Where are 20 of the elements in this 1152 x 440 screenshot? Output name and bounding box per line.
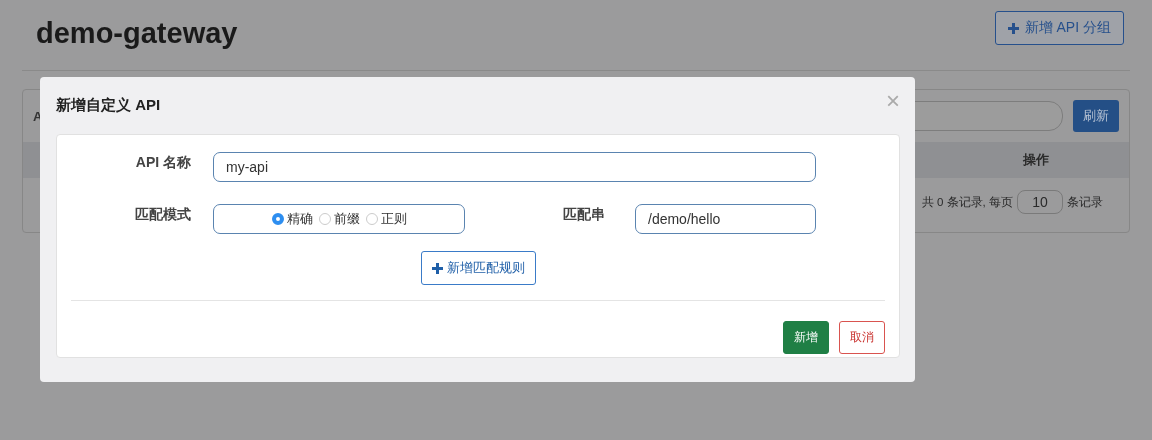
- field-label: API 名称: [134, 154, 192, 172]
- radio-option[interactable]: 精确: [271, 210, 313, 228]
- plus-icon: [431, 262, 443, 274]
- page-title: demo-gateway: [36, 16, 238, 50]
- pattern-input-field[interactable]: /demo/hello: [635, 204, 816, 234]
- refresh-button[interactable]: 刷新: [1073, 100, 1119, 132]
- pagination-text: 条记录: [1067, 194, 1103, 210]
- add-rule-button[interactable]: 新增匹配规则: [420, 251, 536, 285]
- radio-option[interactable]: 前缀: [318, 210, 360, 228]
- field-label: 匹配模式: [134, 206, 192, 224]
- add-button[interactable]: 新增: [783, 321, 829, 354]
- column-header: 操作: [1023, 151, 1049, 169]
- name-input-field[interactable]: my-api: [213, 152, 816, 182]
- plus-icon: [1007, 22, 1019, 34]
- field-label: 匹配串: [562, 206, 606, 224]
- dialog-title: 新增自定义 API: [56, 96, 161, 115]
- radio-option[interactable]: 正则: [365, 210, 407, 228]
- page-size-field[interactable]: 10: [1017, 190, 1063, 214]
- pagination-text: 共 0 条记录, 每页: [921, 194, 1013, 210]
- cancel-button[interactable]: 取消: [839, 321, 885, 354]
